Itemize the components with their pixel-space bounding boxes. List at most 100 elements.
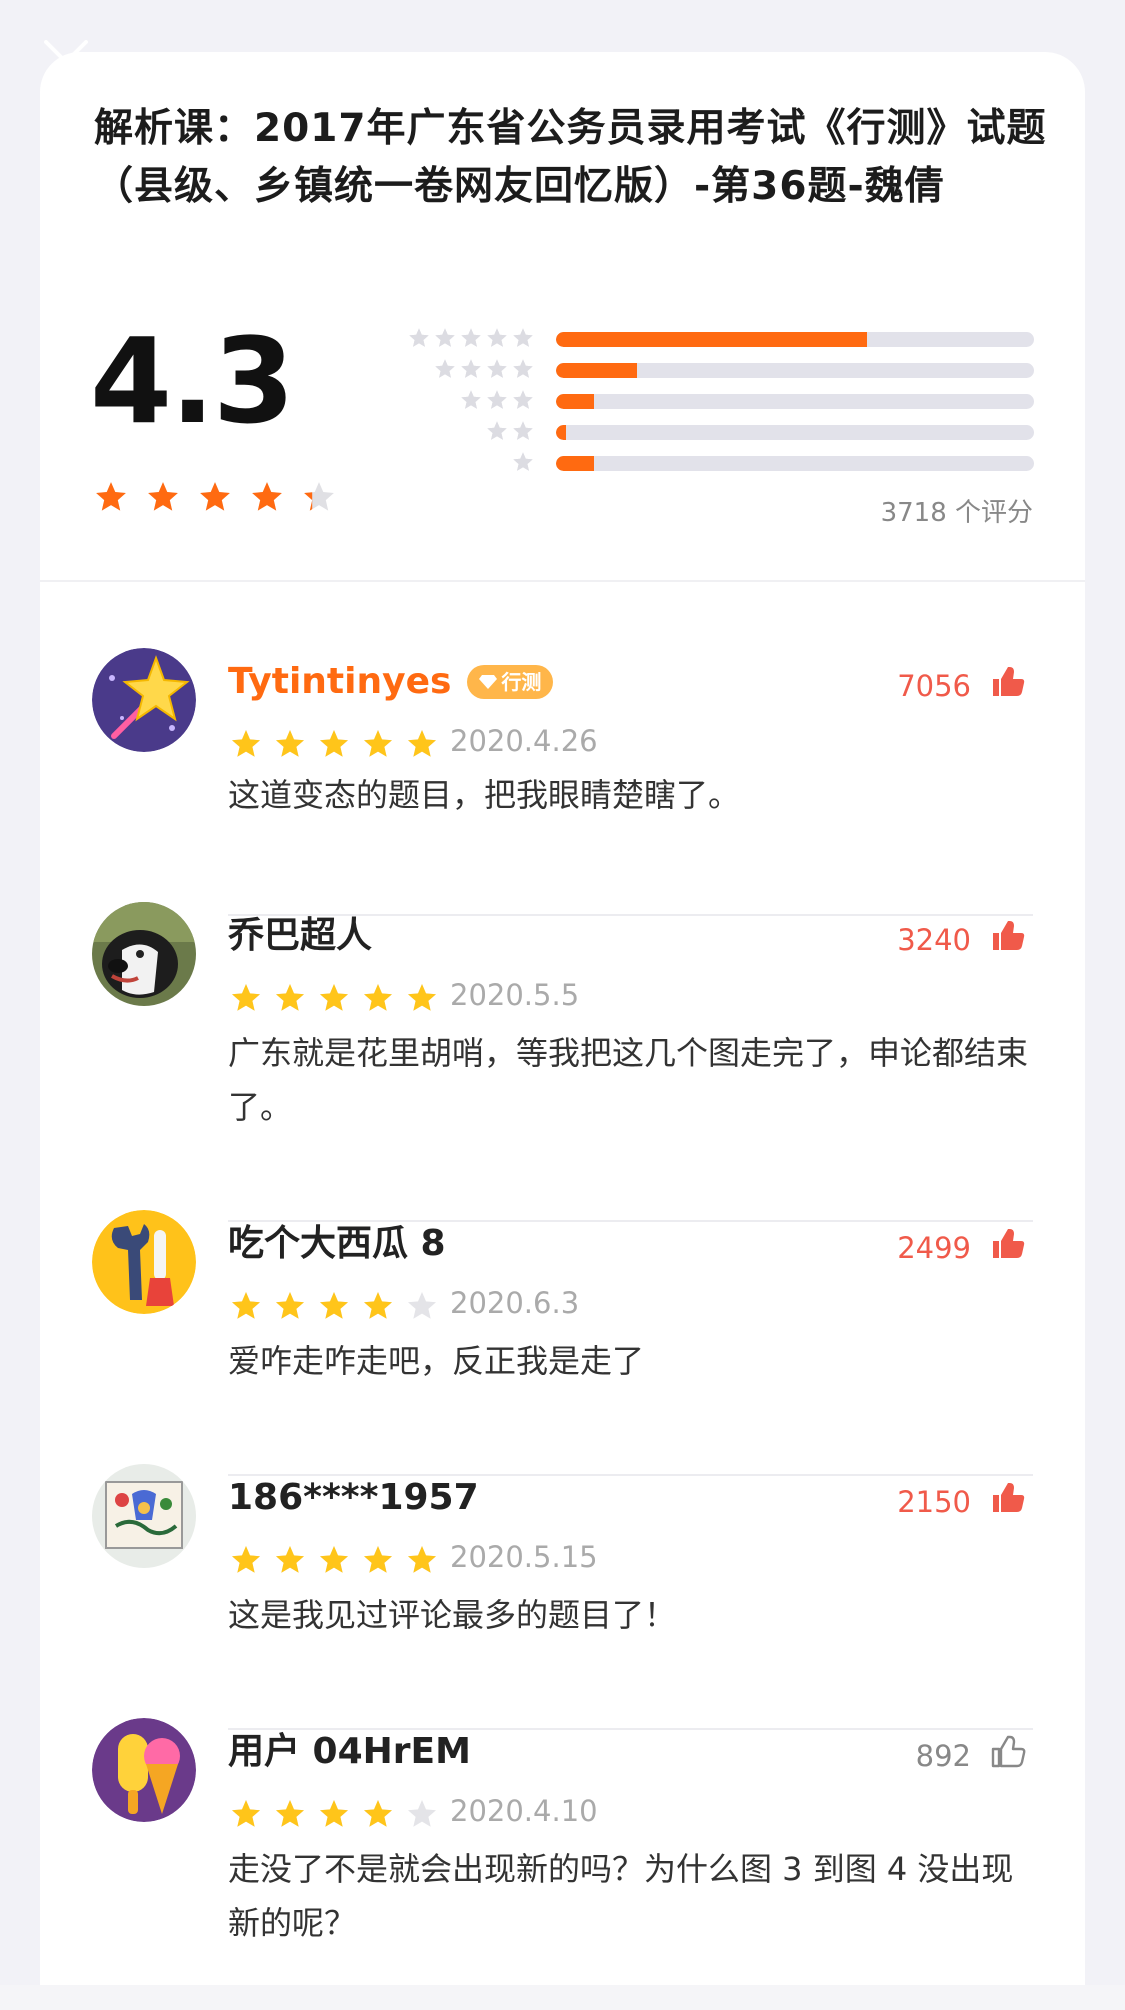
section-divider — [40, 580, 1085, 582]
small-star-icon — [435, 328, 455, 347]
star-icon — [304, 482, 334, 511]
comment-author[interactable]: 乔巴超人 — [228, 914, 372, 958]
star-icon — [320, 1546, 348, 1573]
thumbs-up-svg — [993, 1483, 1025, 1512]
comment-text: 走没了不是就会出现新的吗？为什么图 3 到图 4 没出现新的呢？ — [228, 1850, 1014, 1942]
distribution-bar-fill — [556, 332, 867, 347]
small-star-icon — [513, 390, 533, 409]
small-star-icon — [513, 359, 533, 378]
thumbs-up-svg — [993, 921, 1025, 950]
star-icon — [364, 1800, 392, 1827]
thumbs-up-icon — [987, 662, 1027, 709]
average-score: 4.3 — [90, 312, 295, 450]
distribution-stars — [408, 327, 534, 349]
small-star-icon — [409, 328, 429, 347]
star-icon — [148, 482, 178, 511]
comment-item: 吃个大西瓜 8 2499 2020.6.3 爱咋走咋走吧，反正我是走了 — [40, 1210, 1085, 1476]
thumbs-up-outline-icon — [987, 1732, 1027, 1779]
small-star-icon — [513, 452, 533, 471]
distribution-bar — [556, 394, 1034, 409]
small-star-icon — [487, 328, 507, 347]
comment-author[interactable]: Tytintinyes 行测 — [228, 660, 554, 704]
star-icon — [408, 984, 436, 1011]
diamond-icon — [479, 675, 498, 689]
small-star-icon — [487, 421, 507, 440]
small-star-icon — [487, 390, 507, 409]
comment-stars — [230, 1544, 438, 1576]
level-badge: 行测 — [467, 665, 554, 699]
star-icon — [232, 1292, 260, 1319]
comment-item: Tytintinyes 行测 7056 2020.4.26 这道变态的题目，把我… — [40, 648, 1085, 918]
star-icon — [276, 730, 304, 757]
like-count: 3240 — [897, 922, 971, 957]
star-icon — [408, 1800, 436, 1827]
star-icon — [232, 984, 260, 1011]
author-name: 用户 04HrEM — [228, 1731, 471, 1772]
star-icon — [276, 1292, 304, 1319]
star-icon — [408, 1292, 436, 1319]
small-star-icon — [513, 328, 533, 347]
distribution-stars — [512, 451, 534, 473]
star-icon — [232, 1546, 260, 1573]
like-button[interactable]: 2150 — [897, 1478, 1027, 1525]
comment-date: 2020.4.26 — [450, 724, 598, 758]
star-icon — [320, 1292, 348, 1319]
distribution-bar-fill — [556, 394, 595, 409]
like-button[interactable]: 3240 — [897, 916, 1027, 963]
thumbs-up-outline-svg — [991, 1735, 1026, 1768]
star-icon — [200, 482, 230, 511]
star-icon — [364, 984, 392, 1011]
comment-text: 这是我见过评论最多的题目了！ — [228, 1596, 677, 1634]
thumbs-up-icon — [987, 916, 1027, 963]
star-icon — [408, 1546, 436, 1573]
star-icon — [276, 1800, 304, 1827]
thumbs-up-icon — [987, 1478, 1027, 1525]
star-icon — [364, 1546, 392, 1573]
drawing-avatar-icon — [92, 1464, 196, 1568]
distribution-bar — [556, 425, 1034, 440]
rating-count: 3718 个评分 — [880, 498, 1033, 528]
star-icon — [320, 984, 348, 1011]
comment-author[interactable]: 用户 04HrEM — [228, 1730, 471, 1774]
like-button[interactable]: 7056 — [897, 662, 1027, 709]
thumbs-up-icon — [987, 1224, 1027, 1271]
comment-item: 用户 04HrEM 892 2020.4.10 走没了不是就会出现新的吗？为什么… — [40, 1718, 1085, 2010]
avatar[interactable] — [92, 902, 196, 1006]
star-icon — [252, 482, 282, 511]
author-name: 吃个大西瓜 8 — [228, 1223, 446, 1264]
star-icon — [276, 984, 304, 1011]
like-button[interactable]: 892 — [916, 1732, 1027, 1779]
comment-stars — [230, 982, 438, 1014]
avatar[interactable] — [92, 1210, 196, 1314]
small-star-icon — [461, 328, 481, 347]
rating-card: 解析课：2017年广东省公务员录用考试《行测》试题（县级、乡镇统一卷网友回忆版）… — [40, 52, 1085, 2010]
author-name: Tytintinyes — [228, 661, 452, 702]
distribution-bar — [556, 363, 1034, 378]
like-count: 7056 — [897, 668, 971, 703]
star-icon — [232, 1800, 260, 1827]
dog-photo-avatar-icon — [92, 902, 196, 1006]
like-count: 2150 — [897, 1484, 971, 1519]
comment-item: 乔巴超人 3240 2020.5.5 广东就是花里胡哨，等我把这几个图走完了，申… — [40, 902, 1085, 1222]
small-star-icon — [435, 359, 455, 378]
comment-author[interactable]: 吃个大西瓜 8 — [228, 1222, 446, 1266]
star-icon — [408, 730, 436, 757]
small-star-icon — [513, 421, 533, 440]
wrench-screwdriver-avatar-icon — [92, 1210, 196, 1314]
avatar[interactable] — [92, 1464, 196, 1568]
star-icon — [364, 1292, 392, 1319]
average-stars — [94, 480, 336, 514]
author-name: 乔巴超人 — [228, 915, 373, 956]
comment-author[interactable]: 186****1957 — [228, 1476, 479, 1520]
comment-stars — [230, 728, 438, 760]
avatar[interactable] — [92, 648, 196, 752]
bottom-strip — [0, 1985, 1125, 2010]
star-icon — [320, 1800, 348, 1827]
distribution-bar — [556, 456, 1034, 471]
avatar[interactable] — [92, 1718, 196, 1822]
author-name: 186****1957 — [228, 1477, 479, 1518]
star-icon — [232, 730, 260, 757]
comment-stars — [230, 1290, 438, 1322]
comment-date: 2020.5.5 — [450, 978, 580, 1012]
like-button[interactable]: 2499 — [897, 1224, 1027, 1271]
